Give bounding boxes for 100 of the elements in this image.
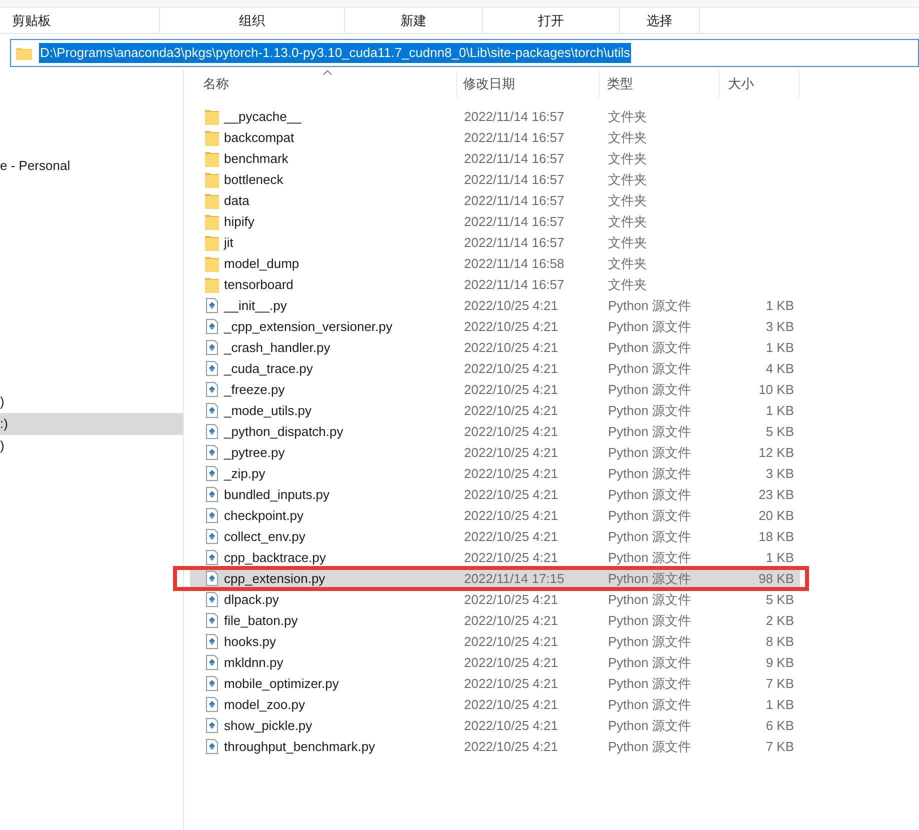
file-size: 7 KB [764, 674, 794, 693]
modified-date: 2022/10/25 4:21 [464, 422, 559, 441]
file-row[interactable]: throughput_benchmark.py 2022/10/25 4:21 Python 源文件 7 KB [190, 736, 800, 757]
file-row[interactable]: backcompat 2022/11/14 16:57 文件夹 [190, 127, 800, 148]
file-name: model_zoo.py [224, 696, 306, 714]
file-size: 9 KB [764, 654, 794, 672]
python-file-icon [206, 445, 218, 460]
folder-icon [205, 256, 219, 272]
file-type: Python 源文件 [608, 632, 692, 651]
file-row[interactable]: _cuda_trace.py 2022/10/25 4:21 Python 源文件 4 KB [190, 358, 800, 379]
file-name: show_pickle.py [224, 716, 314, 735]
file-row[interactable]: _python_dispatch.py 2022/10/25 4:21 Python 源文件 5 KB [190, 421, 800, 442]
file-row[interactable]: file_baton.py 2022/10/25 4:21 Python 源文件 2 KB [190, 610, 800, 631]
column-header[interactable]: 类型 [600, 70, 720, 98]
file-row[interactable]: _crash_handler.py 2022/10/25 4:21 Python 源文件 1 KB [190, 337, 800, 358]
modified-date: 2022/10/25 4:21 [464, 444, 559, 462]
column-header[interactable]: 修改日期 [457, 70, 600, 98]
file-size: 2 KB [764, 612, 794, 630]
ribbon-group-label: 新建 [400, 12, 426, 30]
file-row[interactable]: bundled_inputs.py 2022/10/25 4:21 Python 源文件 23 KB [190, 484, 800, 505]
file-row[interactable]: tensorboard 2022/11/14 16:57 文件夹 [190, 274, 800, 295]
python-file-icon [206, 319, 218, 334]
modified-date: 2022/10/25 4:21 [464, 674, 559, 693]
file-row[interactable]: _pytree.py 2022/10/25 4:21 Python 源文件 12 KB [190, 442, 800, 463]
modified-date: 2022/11/14 17:15 [464, 570, 566, 588]
file-name: _python_dispatch.py [224, 422, 344, 441]
file-type: 文件夹 [608, 128, 648, 147]
file-row[interactable]: dlpack.py 2022/10/25 4:21 Python 源文件 5 KB [190, 589, 800, 610]
file-size: 1 KB [764, 338, 794, 357]
file-row[interactable]: model_zoo.py 2022/10/25 4:21 Python 源文件 1 KB [190, 694, 800, 715]
file-size: 1 KB [764, 296, 794, 315]
file-row[interactable]: bottleneck 2022/11/14 16:57 文件夹 [190, 169, 800, 190]
ribbon-group-label: 组织 [239, 12, 265, 30]
file-size: 3 KB [764, 318, 794, 336]
file-name: mobile_optimizer.py [224, 674, 340, 693]
file-name: __pycache__ [224, 108, 302, 126]
modified-date: 2022/11/14 16:57 [464, 276, 566, 294]
file-name: _freeze.py [224, 380, 286, 399]
column-header[interactable]: 大小 [720, 70, 800, 98]
file-row[interactable]: hooks.py 2022/10/25 4:21 Python 源文件 8 KB [190, 631, 800, 652]
file-row[interactable]: _mode_utils.py 2022/10/25 4:21 Python 源文件 1 KB [190, 400, 800, 421]
nav-item[interactable]: :) [0, 413, 183, 435]
file-size: 23 KB [758, 486, 794, 504]
file-size: 6 KB [764, 716, 794, 735]
file-row[interactable]: mobile_optimizer.py 2022/10/25 4:21 Python 源文件 7 KB [190, 673, 800, 694]
modified-date: 2022/11/14 16:57 [464, 150, 566, 168]
address-text: D:\Programs\anaconda3\pkgs\pytorch-1.13.0-py3.10_cuda11.7_cudnn8_0\Lib\site-packages\torch\utils [39, 43, 632, 63]
file-type: Python 源文件 [608, 506, 692, 525]
file-type: Python 源文件 [608, 380, 692, 399]
file-name: _pytree.py [224, 444, 286, 462]
python-file-icon [206, 382, 218, 397]
file-name: __init__.py [224, 296, 288, 315]
file-row[interactable]: _zip.py 2022/10/25 4:21 Python 源文件 3 KB [190, 463, 800, 484]
folder-icon [205, 108, 219, 124]
file-type: 文件夹 [608, 234, 648, 252]
modified-date: 2022/10/25 4:21 [464, 528, 559, 546]
file-row[interactable]: collect_env.py 2022/10/25 4:21 Python 源文件 18 KB [190, 526, 800, 547]
file-type: Python 源文件 [608, 318, 692, 336]
file-size: 7 KB [764, 738, 794, 756]
python-file-icon [206, 361, 218, 376]
file-name: throughput_benchmark.py [224, 738, 376, 756]
nav-item[interactable]: ) [0, 391, 183, 413]
modified-date: 2022/10/25 4:21 [464, 464, 559, 483]
file-type: Python 源文件 [608, 716, 692, 735]
column-header[interactable]: 名称 [190, 70, 457, 98]
file-row[interactable]: _cpp_extension_versioner.py 2022/10/25 4:21 Python 源文件 3 KB [190, 316, 800, 337]
file-row[interactable]: jit 2022/11/14 16:57 文件夹 [190, 232, 800, 253]
file-name: _mode_utils.py [224, 402, 312, 420]
file-row[interactable]: __pycache__ 2022/11/14 16:57 文件夹 [190, 106, 800, 127]
file-row[interactable]: checkpoint.py 2022/10/25 4:21 Python 源文件 20 KB [190, 505, 800, 526]
file-row[interactable]: data 2022/11/14 16:57 文件夹 [190, 190, 800, 211]
file-name: mkldnn.py [224, 654, 284, 672]
modified-date: 2022/10/25 4:21 [464, 738, 559, 756]
modified-date: 2022/11/14 16:57 [464, 234, 566, 252]
file-row[interactable]: show_pickle.py 2022/10/25 4:21 Python 源文件 6 KB [190, 715, 800, 736]
file-size: 5 KB [764, 590, 794, 609]
folder-icon [205, 276, 219, 292]
python-file-icon [206, 571, 218, 586]
folder-icon [205, 130, 219, 146]
nav-item[interactable]: e - Personal [0, 155, 183, 177]
modified-date: 2022/10/25 4:21 [464, 548, 559, 567]
file-type: Python 源文件 [608, 570, 692, 588]
file-row[interactable]: hipify 2022/11/14 16:57 文件夹 [190, 211, 800, 232]
file-type: Python 源文件 [608, 444, 692, 462]
file-name: data [224, 192, 250, 210]
file-row[interactable]: cpp_backtrace.py 2022/10/25 4:21 Python 源文件 1 KB [190, 547, 800, 568]
file-row[interactable]: mkldnn.py 2022/10/25 4:21 Python 源文件 9 KB [190, 652, 800, 673]
ribbon-group-label: 打开 [538, 12, 564, 30]
file-name: hooks.py [224, 632, 278, 651]
python-file-icon [206, 592, 218, 607]
file-row[interactable]: __init__.py 2022/10/25 4:21 Python 源文件 1 KB [190, 295, 800, 316]
file-row[interactable]: model_dump 2022/11/14 16:58 文件夹 [190, 253, 800, 274]
file-row[interactable]: benchmark 2022/11/14 16:57 文件夹 [190, 148, 800, 169]
file-row[interactable]: _freeze.py 2022/10/25 4:21 Python 源文件 10 KB [190, 379, 800, 400]
python-file-icon [206, 676, 218, 691]
folder-icon [205, 234, 219, 250]
modified-date: 2022/10/25 4:21 [464, 486, 559, 504]
address-bar[interactable]: D:\Programs\anaconda3\pkgs\pytorch-1.13.0-py3.10_cuda11.7_cudnn8_0\Lib\site-packages\torch\utils [10, 39, 919, 67]
nav-item[interactable]: ) [0, 435, 183, 457]
modified-date: 2022/10/25 4:21 [464, 338, 559, 357]
